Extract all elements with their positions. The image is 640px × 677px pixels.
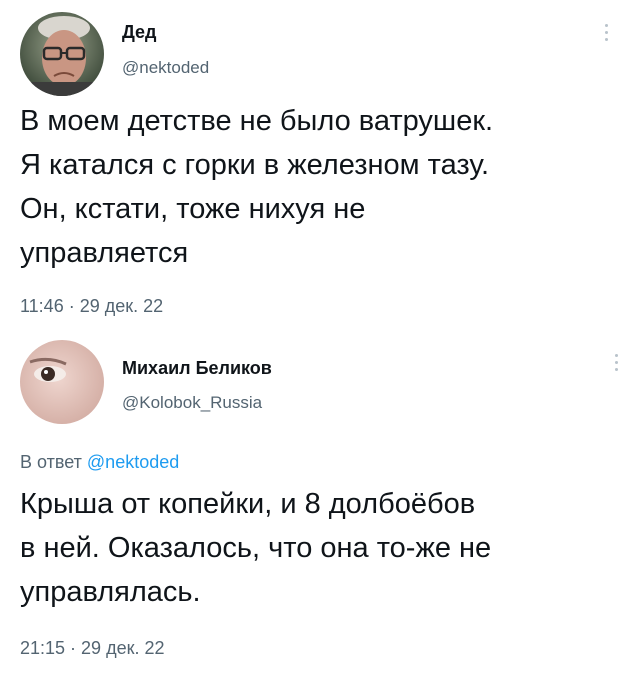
- author-name[interactable]: Михаил Беликов: [122, 358, 272, 379]
- avatar-image: [20, 12, 104, 96]
- author-name[interactable]: Дед: [122, 22, 156, 43]
- author-handle[interactable]: @nektoded: [122, 58, 209, 78]
- reply-mention-link[interactable]: @nektoded: [87, 452, 179, 472]
- more-vertical-icon[interactable]: [612, 354, 620, 376]
- avatar[interactable]: [20, 340, 104, 424]
- tweet: Михаил Беликов @Kolobok_Russia В ответ @…: [0, 330, 640, 677]
- avatar[interactable]: [20, 12, 104, 96]
- reply-context: В ответ @nektoded: [20, 452, 179, 473]
- more-vertical-icon[interactable]: [602, 24, 610, 46]
- tweet-text: Крыша от копейки, и 8 долбоёбов в ней. О…: [20, 488, 492, 608]
- avatar-image: [20, 340, 104, 424]
- tweet-timestamp[interactable]: 21:15 · 29 дек. 22: [20, 638, 164, 659]
- author-handle[interactable]: @Kolobok_Russia: [122, 393, 262, 413]
- tweet-timestamp[interactable]: 11:46 · 29 дек. 22: [20, 296, 163, 317]
- tweet-text: В моем детстве не было ватрушек. Я катал…: [20, 105, 494, 269]
- tweet: Дед @nektoded В моем детстве не было ват…: [0, 0, 640, 330]
- reply-prefix: В ответ: [20, 452, 82, 472]
